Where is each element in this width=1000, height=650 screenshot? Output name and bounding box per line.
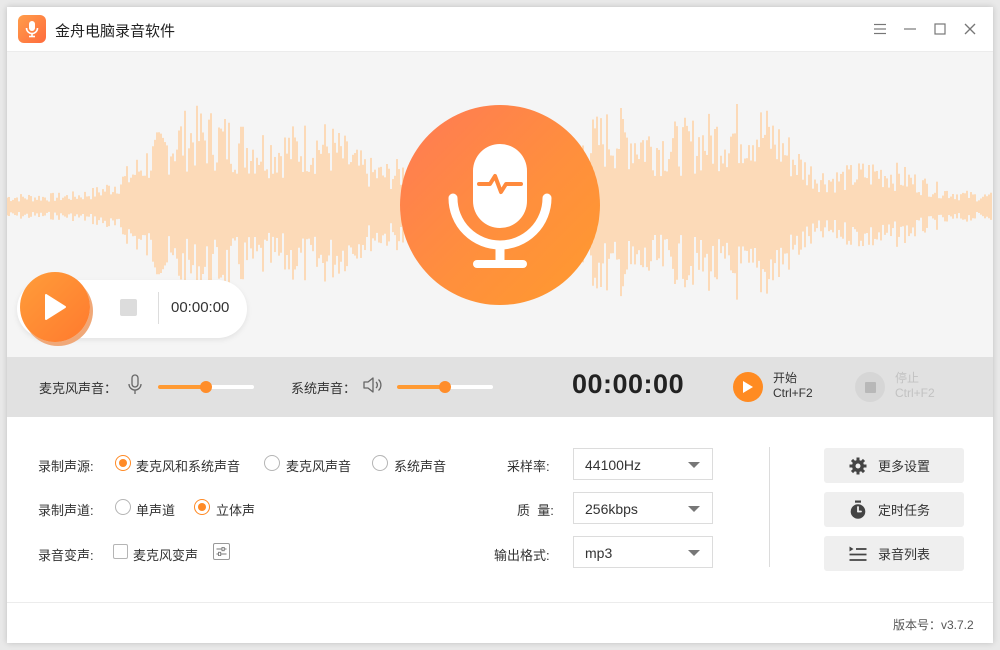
source-radio-mic[interactable] xyxy=(264,455,280,471)
divider xyxy=(158,292,159,324)
sample-rate-value: 44100Hz xyxy=(585,457,642,473)
playback-stop-button[interactable] xyxy=(120,299,137,316)
sample-rate-label: 采样率: xyxy=(507,459,550,474)
quality-select[interactable]: 256kbps xyxy=(573,492,713,524)
recording-time: 00:00:00 xyxy=(572,369,685,399)
stop-label: 停止 xyxy=(895,371,920,385)
divider xyxy=(769,447,770,567)
source-option-system[interactable]: 系统声音 xyxy=(394,456,446,475)
stop-recording-label[interactable]: 停止 Ctrl+F2 xyxy=(895,371,935,401)
app-title: 金舟电脑录音软件 xyxy=(55,23,176,40)
format-select[interactable]: mp3 xyxy=(573,536,713,568)
more-settings-label: 更多设置 xyxy=(878,459,931,474)
chevron-down-icon xyxy=(688,550,700,556)
system-volume-knob[interactable] xyxy=(439,381,451,393)
scheduled-task-button[interactable]: 定时任务 xyxy=(824,492,964,527)
format-label: 输出格式: xyxy=(494,548,550,563)
start-label: 开始 xyxy=(773,371,798,385)
source-option-mic[interactable]: 麦克风声音 xyxy=(286,456,351,475)
channel-option-mono[interactable]: 单声道 xyxy=(136,500,175,519)
voice-change-label: 录音变声: xyxy=(38,548,94,563)
channel-label: 录制声道: xyxy=(38,503,94,518)
system-volume-label: 系统声音： xyxy=(291,381,357,396)
source-radio-mic-and-system[interactable] xyxy=(115,455,131,471)
play-icon xyxy=(743,381,753,393)
maximize-icon[interactable] xyxy=(927,17,953,41)
more-settings-button[interactable]: 更多设置 xyxy=(824,448,964,483)
chevron-down-icon xyxy=(688,462,700,468)
voice-change-checkbox[interactable] xyxy=(113,544,128,559)
voice-change-option[interactable]: 麦克风变声 xyxy=(133,545,198,564)
start-recording-label[interactable]: 开始 Ctrl+F2 xyxy=(773,371,813,401)
title-bar: 金舟电脑录音软件 xyxy=(7,7,993,52)
microphone-small-icon xyxy=(127,374,143,399)
list-icon xyxy=(849,546,867,561)
system-volume-slider[interactable] xyxy=(397,381,493,393)
app-logo-icon xyxy=(18,15,46,43)
mic-volume-label: 麦克风声音： xyxy=(39,381,118,396)
divider xyxy=(7,602,993,603)
start-recording-button[interactable] xyxy=(733,372,763,402)
play-button[interactable] xyxy=(20,272,90,342)
stop-icon xyxy=(864,381,876,393)
play-icon xyxy=(45,294,66,320)
quality-label: 质 量: xyxy=(517,503,554,518)
gear-icon xyxy=(849,457,867,474)
menu-icon[interactable] xyxy=(867,17,893,41)
scheduled-task-label: 定时任务 xyxy=(878,503,931,518)
sample-rate-select[interactable]: 44100Hz xyxy=(573,448,713,480)
source-radio-system[interactable] xyxy=(372,455,388,471)
version-label: 版本号：v3.7.2 xyxy=(893,618,974,632)
source-label: 录制声源: xyxy=(38,459,94,474)
stop-recording-button[interactable] xyxy=(855,372,885,402)
waveform-area: 00:00:00 xyxy=(7,52,993,357)
app-window: 金舟电脑录音软件 00:00:00 麦克风声音： 系统声音： 00:00:00 … xyxy=(7,7,993,643)
close-icon[interactable] xyxy=(957,17,983,41)
channel-radio-mono[interactable] xyxy=(115,499,131,515)
playback-time: 00:00:00 xyxy=(171,299,230,316)
speaker-icon xyxy=(362,376,384,397)
stop-shortcut: Ctrl+F2 xyxy=(895,386,935,400)
source-option-mic-and-system[interactable]: 麦克风和系统声音 xyxy=(136,456,240,475)
quality-value: 256kbps xyxy=(585,501,638,517)
microphone-icon xyxy=(400,105,600,305)
channel-option-stereo[interactable]: 立体声 xyxy=(216,500,255,519)
timer-icon xyxy=(850,500,866,519)
control-bar: 麦克风声音： 系统声音： 00:00:00 开始 Ctrl+F2 停止 Ctrl… xyxy=(7,357,993,417)
minimize-icon[interactable] xyxy=(897,17,923,41)
recording-list-label: 录音列表 xyxy=(878,547,931,562)
voice-change-settings-icon[interactable] xyxy=(213,543,230,560)
start-shortcut: Ctrl+F2 xyxy=(773,386,813,400)
recording-list-button[interactable]: 录音列表 xyxy=(824,536,964,571)
format-value: mp3 xyxy=(585,545,613,561)
mic-volume-slider[interactable] xyxy=(158,381,254,393)
channel-radio-stereo[interactable] xyxy=(194,499,210,515)
mic-volume-knob[interactable] xyxy=(200,381,212,393)
chevron-down-icon xyxy=(688,506,700,512)
